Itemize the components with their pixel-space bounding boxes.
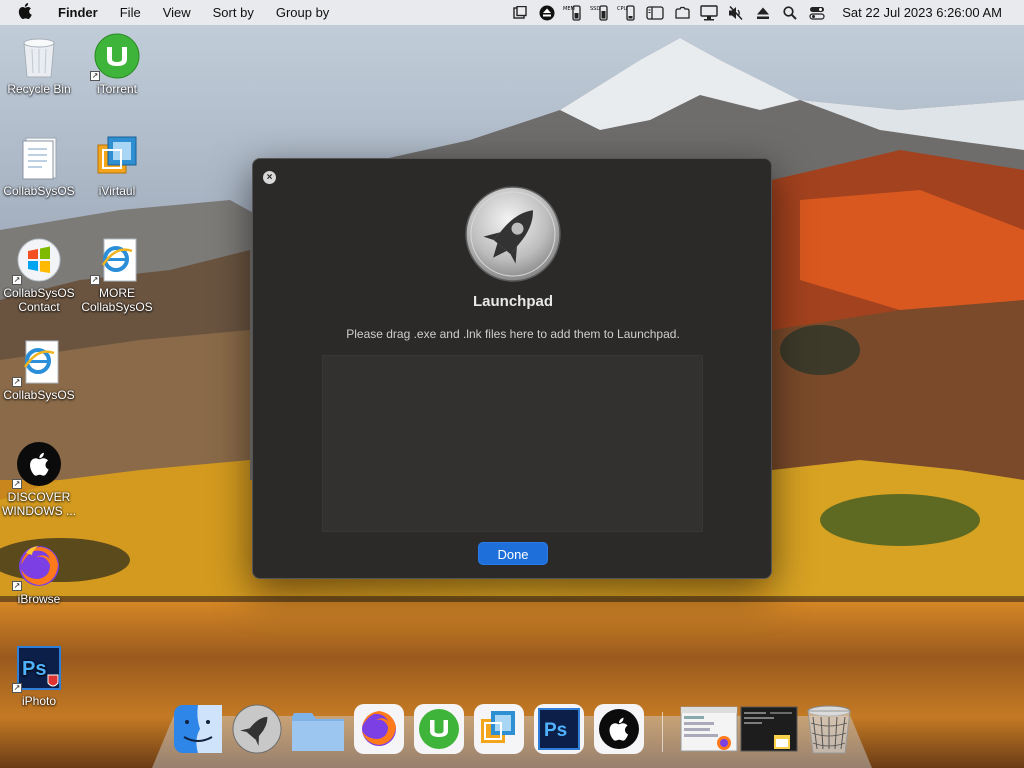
ram-meter-icon[interactable]: MEM: [563, 4, 585, 21]
desktop-icon-itorrent[interactable]: ↗ iTorrent: [78, 33, 156, 96]
menu-sort-by[interactable]: Sort by: [202, 5, 265, 20]
control-center-icon[interactable]: [806, 5, 828, 21]
menu-bar: Finder File View Sort by Group by MEM SS…: [0, 0, 1024, 25]
dock-item-photoshop[interactable]: Ps: [533, 703, 585, 755]
desktop-icon-recycle-bin[interactable]: Recycle Bin: [0, 33, 78, 96]
desktop-icon-label: iVirtaul: [98, 184, 136, 198]
menu-view[interactable]: View: [152, 5, 202, 20]
desktop-icon-label: iPhoto: [21, 694, 57, 708]
desktop-icon-ibrowse[interactable]: ↗ iBrowse: [0, 543, 78, 606]
finder-icon: [174, 705, 222, 753]
menubar-clock[interactable]: Sat 22 Jul 2023 6:26:00 AM: [842, 5, 1002, 20]
menu-group-by[interactable]: Group by: [265, 5, 340, 20]
utorrent-icon: ↗: [90, 33, 140, 81]
dock-item-finder[interactable]: [172, 703, 224, 755]
mute-icon[interactable]: [725, 5, 747, 21]
trash-icon: [807, 705, 851, 754]
drop-zone[interactable]: [322, 355, 703, 532]
close-button[interactable]: ×: [263, 171, 276, 184]
cloud-icon[interactable]: [671, 5, 693, 21]
dock-item-apple[interactable]: [593, 703, 645, 755]
launchpad-icon: [465, 186, 561, 282]
desktop-icon-label: CollabSysOS: [3, 388, 75, 402]
desktop-icon-label: Recycle Bin: [7, 82, 71, 96]
desktop-icon-iphoto[interactable]: Ps ↗ iPhoto: [0, 645, 78, 708]
eject-icon[interactable]: [752, 5, 774, 21]
desktop-icon-label: DISCOVER WINDOWS ...: [2, 490, 76, 518]
windows-logo-icon: ↗: [12, 237, 62, 285]
desktop-icon-discover-windows[interactable]: ↗ DISCOVER WINDOWS ...: [0, 441, 78, 518]
dock-separator: [662, 712, 663, 752]
folder-doc-icon: [16, 135, 62, 181]
ie-document-icon: ↗: [12, 339, 62, 387]
dock-item-firefox[interactable]: [353, 703, 405, 755]
menu-file[interactable]: File: [109, 5, 152, 20]
ps-label: Ps: [22, 658, 46, 680]
virtual-machine-icon: [94, 135, 140, 181]
eject-disk-icon[interactable]: [536, 5, 558, 21]
dock-item-launchpad[interactable]: [231, 703, 283, 755]
photoshop-icon: Ps ↗: [12, 645, 62, 693]
close-icon: ×: [266, 172, 273, 183]
launchpad-dialog: × Launchpad Please drag .exe and .lnk fi…: [252, 158, 772, 579]
desktop-icon-label: iBrowse: [17, 592, 61, 606]
sidebar-icon[interactable]: [644, 5, 666, 21]
dock-item-trash[interactable]: [803, 703, 855, 755]
dock-item-window-thumbnail[interactable]: [680, 703, 738, 755]
recycle-bin-icon: [16, 33, 62, 79]
desktop-icon-ivirtaul[interactable]: iVirtaul: [78, 135, 156, 198]
apple-logo-icon: [594, 704, 644, 754]
desktop-icon-label: CollabSysOS: [3, 184, 75, 198]
folder-icon: [292, 713, 344, 751]
desktop-icon-collabsysos[interactable]: CollabSysOS: [0, 135, 78, 198]
virtual-machine-icon: [474, 704, 524, 754]
display-icon[interactable]: [698, 4, 720, 21]
dock-item-utorrent[interactable]: [413, 703, 465, 755]
apple-logo-icon: [18, 3, 32, 19]
desktop-icon-label: iTorrent: [96, 82, 137, 96]
dock-item-terminal-thumbnail[interactable]: [740, 703, 798, 755]
menu-app-finder[interactable]: Finder: [50, 5, 109, 20]
ps-label: Ps: [544, 720, 567, 741]
ssd-meter-icon[interactable]: SSD: [590, 4, 612, 21]
ie-document-icon: ↗: [90, 237, 140, 285]
cpu-meter-icon[interactable]: CPU: [617, 4, 639, 21]
desktop-icon-collabsysos-contact[interactable]: ↗ CollabSysOS Contact: [0, 237, 78, 314]
dialog-title: Launchpad: [472, 293, 553, 310]
desktop-icon-label: CollabSysOS Contact: [3, 286, 75, 314]
ssd-label: SSD: [590, 6, 600, 12]
search-icon[interactable]: [779, 5, 801, 21]
done-button[interactable]: Done: [478, 542, 548, 565]
photoshop-icon: Ps: [534, 704, 584, 754]
utorrent-icon: [414, 704, 464, 754]
terminal-thumbnail-icon: [740, 706, 798, 752]
status-area: MEM SSD CPU Sat 22 Jul 2023 6:26:00 AM: [506, 0, 1024, 25]
firefox-icon: ↗: [12, 543, 62, 591]
cpu-label: CPU: [617, 6, 628, 12]
dialog-message: Please drag .exe and .lnk files here to …: [346, 327, 680, 341]
desktop-icon-collabsysos-ie[interactable]: ↗ CollabSysOS: [0, 339, 78, 402]
desktop-icon-label: MORE CollabSysOS: [81, 286, 153, 314]
apple-menu-button[interactable]: [0, 3, 50, 22]
task-manager-icon[interactable]: [509, 5, 531, 21]
apple-logo-icon: ↗: [12, 441, 62, 489]
window-thumbnail-icon: [680, 706, 738, 752]
dock-item-virtual[interactable]: [473, 703, 525, 755]
dock-item-folder[interactable]: [290, 703, 344, 755]
desktop-icon-more-collabsysos[interactable]: ↗ MORE CollabSysOS: [78, 237, 156, 314]
launchpad-icon: [232, 704, 282, 754]
firefox-icon: [354, 704, 404, 754]
